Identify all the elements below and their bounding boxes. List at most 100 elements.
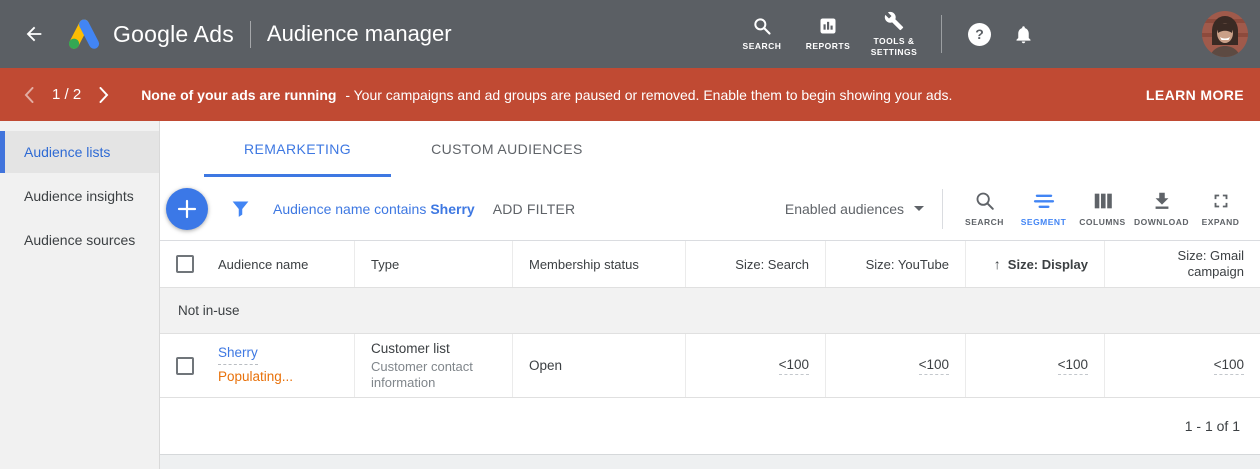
toolbar-divider <box>942 189 943 229</box>
cell-type: Customer list Customer contact informati… <box>355 334 513 397</box>
columns-button[interactable]: COLUMNS <box>1073 190 1132 227</box>
column-label: Size: Gmail campaign <box>1158 248 1244 281</box>
nav-search[interactable]: SEARCH <box>730 16 794 52</box>
row-checkbox[interactable] <box>176 357 194 375</box>
filter-funnel-icon[interactable] <box>230 198 251 219</box>
header-vertical-divider <box>941 15 942 53</box>
expand-button[interactable]: EXPAND <box>1191 190 1250 227</box>
column-header-type[interactable]: Type <box>355 241 513 287</box>
add-audience-button[interactable] <box>166 188 208 230</box>
cell-membership-status: Open <box>513 334 686 397</box>
size-youtube-value[interactable]: <100 <box>919 357 949 375</box>
download-label: DOWNLOAD <box>1134 217 1189 227</box>
table-row: Sherry Populating... Customer list Custo… <box>160 334 1260 398</box>
tools-settings-icon <box>884 11 904 31</box>
column-header-size-gmail[interactable]: Size: Gmail campaign <box>1105 241 1260 287</box>
column-header-size-display[interactable]: ↑ Size: Display <box>966 241 1105 287</box>
learn-more-button[interactable]: LEARN MORE <box>1146 87 1244 103</box>
back-button[interactable] <box>14 14 54 54</box>
sidebar: Audience lists Audience insights Audienc… <box>0 121 160 469</box>
notifications-button[interactable] <box>1013 24 1034 45</box>
banner-page-indicator: 1 / 2 <box>52 86 81 103</box>
nav-tools-settings-label: TOOLS & SETTINGS <box>862 36 926 57</box>
plus-icon <box>177 199 197 219</box>
expand-icon <box>1210 190 1232 212</box>
sidebar-item-audience-sources[interactable]: Audience sources <box>0 219 159 261</box>
brand-name: Google Ads <box>113 21 234 48</box>
chevron-left-icon[interactable] <box>20 86 38 104</box>
toolbar: Audience name containsSherry ADD FILTER … <box>160 177 1260 240</box>
header-right: SEARCH REPORTS TOOLS & SETTINGS ? <box>729 11 1260 57</box>
cell-size-search: <100 <box>686 334 826 397</box>
audience-name-link[interactable]: Sherry <box>218 344 258 365</box>
add-filter-button[interactable]: ADD FILTER <box>493 201 576 217</box>
sidebar-item-label: Audience lists <box>24 144 110 160</box>
segment-icon <box>1033 190 1055 212</box>
download-icon <box>1151 190 1173 212</box>
reports-icon <box>818 16 838 36</box>
table-footer: 1 - 1 of 1 <box>160 398 1260 455</box>
dropdown-caret-icon <box>914 206 924 211</box>
back-arrow-icon <box>23 23 45 45</box>
size-search-value[interactable]: <100 <box>779 357 809 375</box>
column-label: Size: YouTube <box>866 257 949 272</box>
sort-up-icon: ↑ <box>994 256 1001 272</box>
active-filter-chip[interactable]: Audience name containsSherry <box>273 201 475 217</box>
banner-message-title: None of your ads are running <box>141 87 336 103</box>
size-gmail-value[interactable]: <100 <box>1214 357 1244 375</box>
membership-status-value: Open <box>529 358 562 373</box>
audience-view-dropdown[interactable]: Enabled audiences <box>785 201 924 217</box>
column-label: Size: Search <box>735 257 809 272</box>
sidebar-item-audience-lists[interactable]: Audience lists <box>0 131 159 173</box>
cell-size-display: <100 <box>966 334 1105 397</box>
filter-chip-label: Audience name contains <box>273 201 426 217</box>
pagination-label: 1 - 1 of 1 <box>1185 418 1240 434</box>
nav-tools-settings[interactable]: TOOLS & SETTINGS <box>862 11 926 57</box>
download-button[interactable]: DOWNLOAD <box>1132 190 1191 227</box>
column-header-size-search[interactable]: Size: Search <box>686 241 826 287</box>
segment-label: SEGMENT <box>1021 217 1067 227</box>
search-icon <box>974 190 996 212</box>
tab-remarketing[interactable]: REMARKETING <box>204 121 391 177</box>
audience-view-dropdown-label: Enabled audiences <box>785 201 904 217</box>
column-header-membership-status[interactable]: Membership status <box>513 241 686 287</box>
chevron-right-icon[interactable] <box>95 86 113 104</box>
group-label: Not in-use <box>178 303 240 318</box>
app-header: Google Ads Audience manager SEARCH REPOR… <box>0 0 1260 68</box>
header-divider <box>250 21 251 48</box>
content-area: REMARKETING CUSTOM AUDIENCES Audience na… <box>160 121 1260 469</box>
column-label: Type <box>371 257 399 272</box>
columns-icon <box>1092 190 1114 212</box>
nav-search-label: SEARCH <box>743 41 782 52</box>
select-all-checkbox[interactable] <box>176 255 194 273</box>
name-stack: Sherry Populating... <box>218 344 293 387</box>
column-label: Size: Display <box>1008 257 1088 272</box>
size-display-value[interactable]: <100 <box>1058 357 1088 375</box>
banner-message: None of your ads are running - Your camp… <box>141 87 952 103</box>
segment-button[interactable]: SEGMENT <box>1014 190 1073 227</box>
tab-custom-audiences[interactable]: CUSTOM AUDIENCES <box>391 121 623 177</box>
columns-label: COLUMNS <box>1079 217 1125 227</box>
column-header-audience-name[interactable]: Audience name <box>160 241 355 287</box>
avatar[interactable] <box>1202 11 1248 57</box>
cell-audience-name: Sherry Populating... <box>160 334 355 397</box>
column-label: Audience name <box>218 257 308 272</box>
sidebar-item-label: Audience insights <box>24 188 134 204</box>
expand-label: EXPAND <box>1202 217 1240 227</box>
notification-banner: 1 / 2 None of your ads are running - You… <box>0 68 1260 121</box>
filter-chip-value: Sherry <box>430 201 474 217</box>
tab-bar: REMARKETING CUSTOM AUDIENCES <box>160 121 1260 177</box>
sidebar-item-audience-insights[interactable]: Audience insights <box>0 175 159 217</box>
search-icon <box>752 16 772 36</box>
cell-size-gmail: <100 <box>1105 334 1260 397</box>
table-search-label: SEARCH <box>965 217 1004 227</box>
column-label: Membership status <box>529 257 639 272</box>
google-ads-logo[interactable] <box>64 16 101 53</box>
column-header-size-youtube[interactable]: Size: YouTube <box>826 241 966 287</box>
table-search-button[interactable]: SEARCH <box>955 190 1014 227</box>
nav-reports[interactable]: REPORTS <box>796 16 860 52</box>
table-header-row: Audience name Type Membership status Siz… <box>160 240 1260 288</box>
help-icon[interactable]: ? <box>968 23 991 46</box>
group-row-not-in-use: Not in-use <box>160 288 1260 334</box>
cell-size-youtube: <100 <box>826 334 966 397</box>
